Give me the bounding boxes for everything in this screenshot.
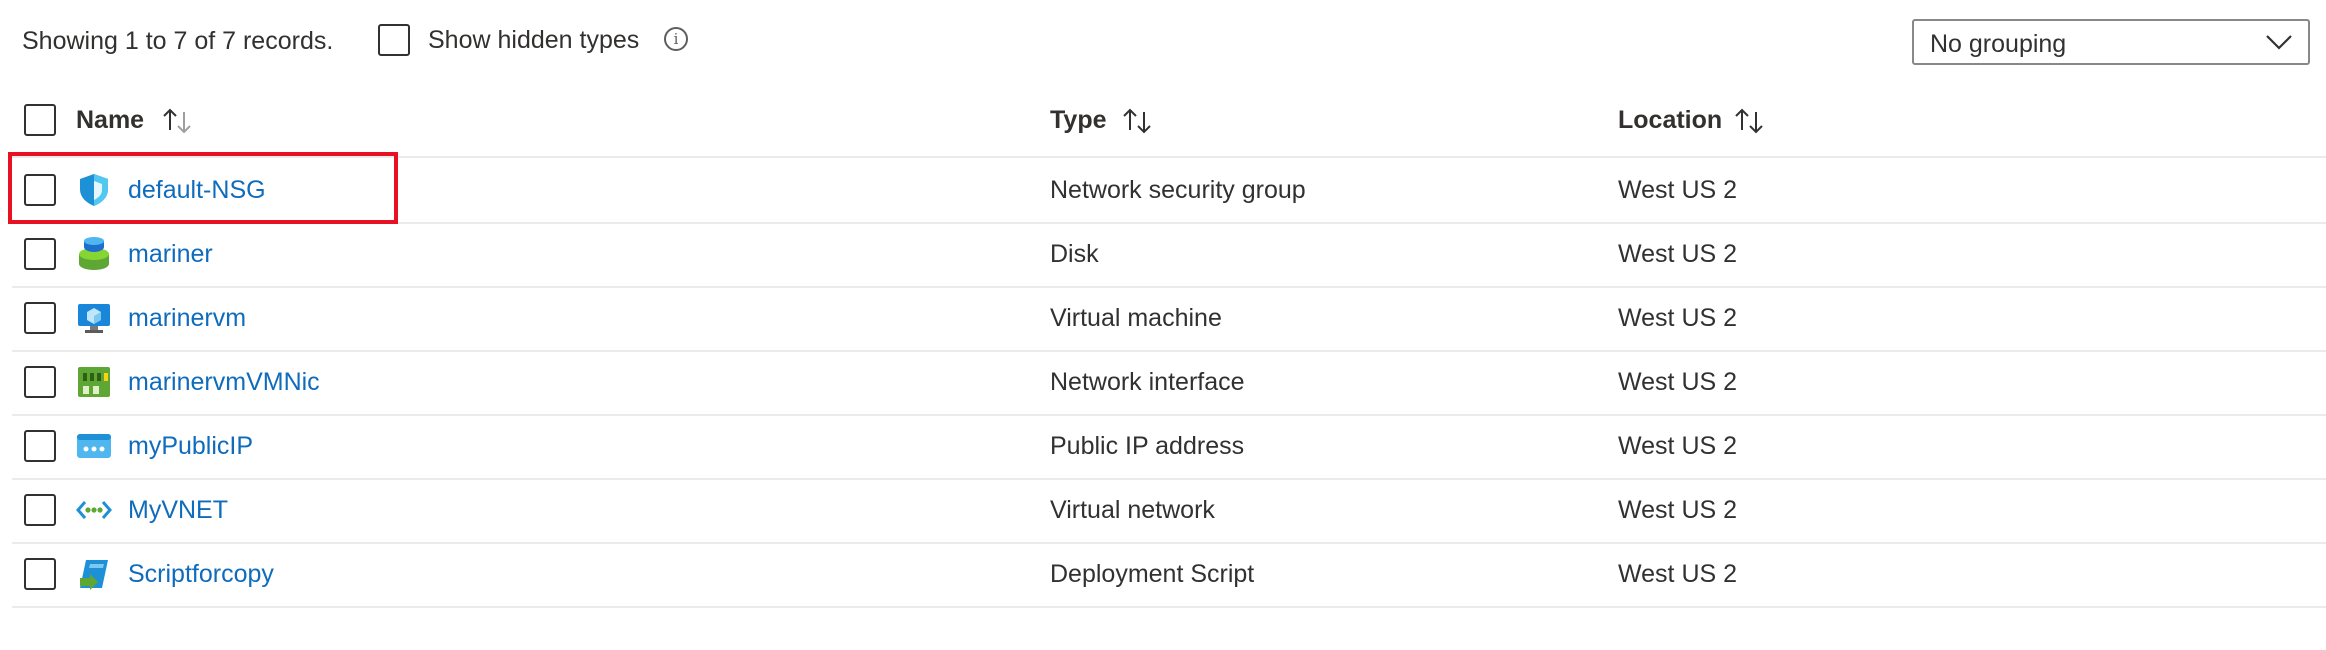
resource-name-link[interactable]: myPublicIP	[128, 432, 253, 461]
select-all-checkbox[interactable]	[24, 104, 56, 136]
table-row[interactable]: myPublicIP Public IP address West US 2	[12, 414, 2326, 480]
sort-icon[interactable]	[1732, 106, 1768, 136]
table-row[interactable]: marinervmVMNic Network interface West US…	[12, 350, 2326, 416]
column-header-type[interactable]: Type	[1050, 106, 1107, 135]
resource-type: Network security group	[1050, 176, 1306, 204]
sort-icon[interactable]	[1120, 106, 1156, 136]
disk-icon	[79, 237, 109, 270]
resource-name-link[interactable]: MyVNET	[128, 496, 228, 525]
resource-name-link[interactable]: mariner	[128, 240, 213, 269]
resource-location: West US 2	[1618, 368, 1738, 396]
row-checkbox[interactable]	[24, 238, 56, 270]
table-header: Name Type Location	[12, 96, 2326, 158]
show-hidden-types-checkbox[interactable]	[378, 24, 410, 56]
table-row[interactable]: Scriptforcopy Deployment Script West US …	[12, 542, 2326, 608]
sort-icon[interactable]	[160, 106, 196, 136]
table-row[interactable]: marinervm Virtual machine West US 2	[12, 286, 2326, 352]
column-header-name[interactable]: Name	[76, 106, 144, 135]
resource-name-link[interactable]: marinervmVMNic	[128, 368, 320, 397]
show-hidden-types-label[interactable]: Show hidden types	[428, 26, 639, 55]
grouping-value: No grouping	[1930, 30, 2067, 58]
resource-type: Virtual network	[1050, 496, 1215, 524]
public-ip-icon	[77, 434, 111, 458]
resource-type: Network interface	[1050, 368, 1245, 396]
column-header-location[interactable]: Location	[1618, 106, 1722, 135]
deployment-script-icon	[80, 560, 108, 590]
toolbar: Showing 1 to 7 of 7 records. Show hidden…	[0, 0, 2326, 90]
resource-location: West US 2	[1618, 560, 1738, 588]
table-row[interactable]: MyVNET Virtual network West US 2	[12, 478, 2326, 544]
row-checkbox[interactable]	[24, 494, 56, 526]
resource-type: Virtual machine	[1050, 304, 1222, 332]
grouping-dropdown[interactable]: No grouping	[1912, 19, 2310, 65]
records-count-text: Showing 1 to 7 of 7 records.	[22, 27, 334, 55]
info-icon[interactable]: i	[664, 27, 688, 51]
resource-name-link[interactable]: marinervm	[128, 304, 246, 333]
resource-location: West US 2	[1618, 240, 1738, 268]
virtual-machine-icon	[78, 304, 110, 333]
resource-name-link[interactable]: Scriptforcopy	[128, 560, 274, 589]
row-checkbox[interactable]	[24, 302, 56, 334]
row-checkbox[interactable]	[24, 430, 56, 462]
resource-type: Disk	[1050, 240, 1099, 268]
resource-location: West US 2	[1618, 304, 1738, 332]
table-row[interactable]: mariner Disk West US 2	[12, 222, 2326, 288]
virtual-network-icon	[76, 501, 112, 519]
row-checkbox[interactable]	[24, 558, 56, 590]
highlight-box	[8, 152, 398, 224]
network-interface-icon	[78, 367, 110, 397]
resource-location: West US 2	[1618, 432, 1738, 460]
row-checkbox[interactable]	[24, 366, 56, 398]
chevron-down-icon	[2266, 35, 2292, 50]
resource-location: West US 2	[1618, 496, 1738, 524]
resource-type: Deployment Script	[1050, 560, 1255, 588]
resource-type: Public IP address	[1050, 432, 1245, 460]
resource-location: West US 2	[1618, 176, 1738, 204]
